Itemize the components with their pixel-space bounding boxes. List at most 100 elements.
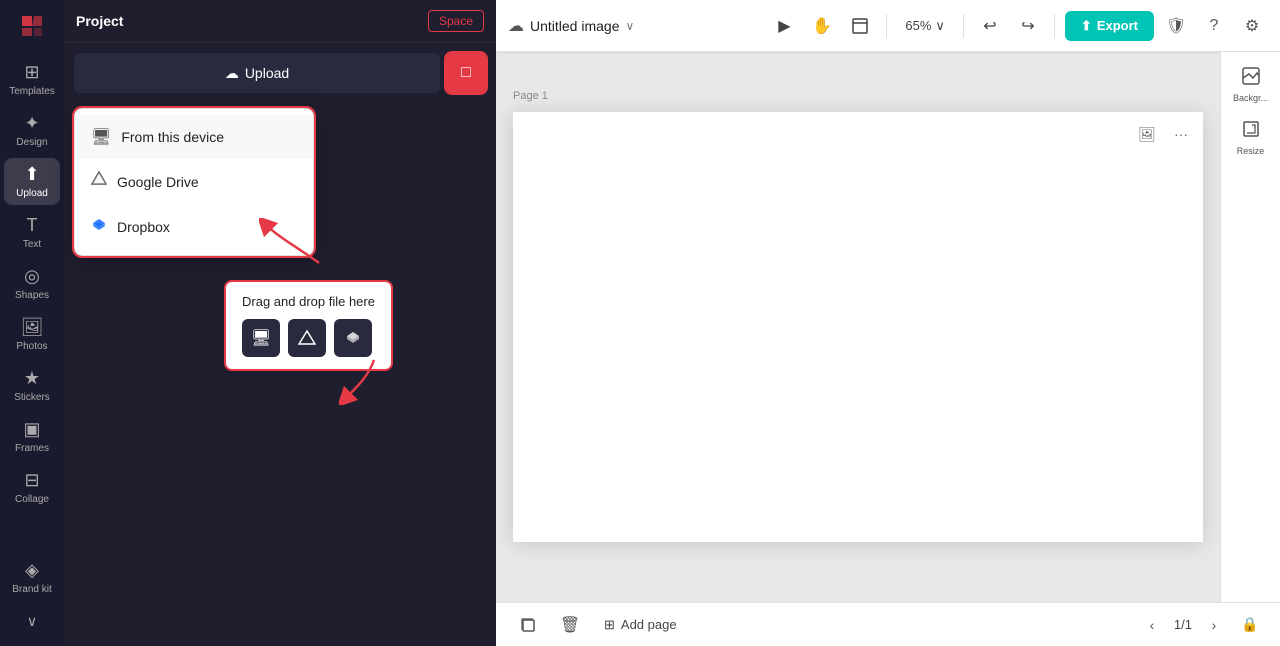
file-info: ☁ Untitled image ∨ bbox=[508, 16, 634, 36]
zoom-chevron-icon: ∨ bbox=[935, 18, 945, 34]
canvas-main: Page 1 🖼 ··· Backgr... bbox=[496, 52, 1280, 602]
title-chevron-icon: ∨ bbox=[626, 19, 635, 33]
upload-button-label: Upload bbox=[245, 65, 289, 81]
add-page-button[interactable]: ⊞ Add page bbox=[596, 613, 685, 637]
upload-panel: Project Space ☁ Upload □ 🖥 From this dev… bbox=[64, 0, 496, 646]
document-title: Untitled image bbox=[530, 18, 620, 34]
prev-page-button[interactable]: ‹ bbox=[1138, 611, 1166, 639]
layout-tool-button[interactable] bbox=[844, 10, 876, 42]
copy-page-button[interactable] bbox=[512, 609, 544, 641]
drag-drop-label: Drag and drop file here bbox=[242, 294, 375, 309]
sidebar-item-label: Brand kit bbox=[12, 584, 51, 595]
app-logo[interactable] bbox=[14, 8, 50, 44]
sidebar-item-label: Text bbox=[23, 239, 41, 250]
topbar: ☁ Untitled image ∨ ▶ ✋ 65% ∨ ↩ ↪ bbox=[496, 0, 1280, 52]
fullscreen-button[interactable]: 🔒 bbox=[1236, 611, 1264, 639]
dropbox-menu-icon bbox=[91, 216, 107, 237]
page-image-icon-button[interactable]: 🖼 bbox=[1133, 120, 1161, 148]
sidebar-item-templates[interactable]: ⊞ Templates bbox=[4, 56, 60, 103]
cloud-save-icon: ☁ bbox=[508, 16, 524, 36]
zoom-value: 65% bbox=[905, 18, 931, 33]
resize-icon bbox=[1241, 119, 1261, 144]
background-panel-item[interactable]: Backgr... bbox=[1225, 60, 1277, 109]
page-more-button[interactable]: ··· bbox=[1167, 120, 1195, 148]
shield-button[interactable]: 🛡 bbox=[1160, 10, 1192, 42]
dropbox-label: Dropbox bbox=[117, 219, 170, 235]
upload-cloud-icon: ☁ bbox=[225, 65, 239, 82]
google-drive-label: Google Drive bbox=[117, 174, 199, 190]
sidebar-item-label: Frames bbox=[15, 443, 49, 454]
toolbar-divider bbox=[886, 14, 887, 38]
design-icon: ✦ bbox=[24, 113, 39, 134]
sidebar-item-label: Templates bbox=[9, 86, 55, 97]
page-navigation: ‹ 1/1 › 🔒 bbox=[1138, 611, 1264, 639]
sidebar-item-brand[interactable]: ◈ Brand kit bbox=[4, 554, 60, 601]
sidebar-item-collage[interactable]: ⊟ Collage bbox=[4, 464, 60, 511]
help-button[interactable]: ? bbox=[1198, 10, 1230, 42]
toolbar-divider-2 bbox=[963, 14, 964, 38]
page-icons: 🖼 ··· bbox=[1133, 120, 1195, 148]
sidebar-item-upload[interactable]: ⬆ Upload bbox=[4, 158, 60, 205]
sidebar-collapse-button[interactable]: ∨ bbox=[19, 605, 45, 638]
drag-dropbox-button[interactable] bbox=[334, 319, 372, 357]
stickers-icon: ★ bbox=[24, 368, 40, 389]
sidebar-item-stickers[interactable]: ★ Stickers bbox=[4, 362, 60, 409]
mobile-icon: □ bbox=[461, 64, 471, 82]
space-button[interactable]: Space bbox=[428, 10, 484, 32]
google-drive-option[interactable]: Google Drive bbox=[75, 159, 313, 204]
delete-page-button[interactable]: 🗑 bbox=[554, 609, 586, 641]
export-label: Export bbox=[1097, 18, 1138, 33]
background-icon bbox=[1241, 66, 1261, 91]
resize-panel-item[interactable]: Resize bbox=[1225, 113, 1277, 162]
canvas-area: ☁ Untitled image ∨ ▶ ✋ 65% ∨ ↩ ↪ bbox=[496, 0, 1280, 646]
photos-icon: 🖼 bbox=[21, 317, 44, 338]
upload-button[interactable]: ☁ Upload bbox=[74, 53, 440, 93]
add-page-label: Add page bbox=[621, 617, 677, 632]
right-panel: Backgr... Resize bbox=[1220, 52, 1280, 602]
drag-drop-area: Drag and drop file here 🖥 bbox=[224, 280, 393, 371]
settings-button[interactable]: ⚙ bbox=[1236, 10, 1268, 42]
zoom-control[interactable]: 65% ∨ bbox=[897, 14, 953, 38]
undo-button[interactable]: ↩ bbox=[974, 10, 1006, 42]
upload-mobile-button[interactable]: □ bbox=[446, 53, 486, 93]
next-page-button[interactable]: › bbox=[1200, 611, 1228, 639]
page-wrapper: Page 1 🖼 ··· bbox=[513, 112, 1203, 542]
frames-icon: ▣ bbox=[23, 419, 40, 440]
page-canvas[interactable]: 🖼 ··· bbox=[513, 112, 1203, 542]
collage-icon: ⊟ bbox=[24, 470, 39, 491]
sidebar-item-frames[interactable]: ▣ Frames bbox=[4, 413, 60, 460]
toolbar-divider-3 bbox=[1054, 14, 1055, 38]
sidebar-item-label: Shapes bbox=[15, 290, 49, 301]
sidebar-item-shapes[interactable]: ◎ Shapes bbox=[4, 260, 60, 307]
sidebar-item-design[interactable]: ✦ Design bbox=[4, 107, 60, 154]
canvas-content[interactable]: Page 1 🖼 ··· bbox=[496, 52, 1220, 602]
from-device-label: From this device bbox=[121, 129, 224, 145]
drag-drop-icon-row: 🖥 bbox=[242, 319, 375, 357]
add-page-icon: ⊞ bbox=[604, 617, 615, 633]
toolbar: ▶ ✋ 65% ∨ ↩ ↪ ⬆ Export 🛡 ? ⚙ bbox=[768, 10, 1268, 42]
upload-icon: ⬆ bbox=[24, 164, 39, 185]
upload-dropdown-menu: 🖥 From this device Google Drive bbox=[74, 108, 314, 256]
drag-device-button[interactable]: 🖥 bbox=[242, 319, 280, 357]
hand-tool-button[interactable]: ✋ bbox=[806, 10, 838, 42]
bottombar: 🗑 ⊞ Add page ‹ 1/1 › 🔒 bbox=[496, 602, 1280, 646]
gdrive-menu-icon bbox=[91, 171, 107, 192]
sidebar: ⊞ Templates ✦ Design ⬆ Upload T Text ◎ S… bbox=[0, 0, 64, 646]
sidebar-item-label: Design bbox=[16, 137, 47, 148]
sidebar-item-label: Stickers bbox=[14, 392, 50, 403]
panel-header: Project Space bbox=[64, 0, 496, 43]
export-button[interactable]: ⬆ Export bbox=[1065, 11, 1154, 41]
from-device-option[interactable]: 🖥 From this device bbox=[75, 115, 313, 159]
redo-button[interactable]: ↪ bbox=[1012, 10, 1044, 42]
sidebar-item-photos[interactable]: 🖼 Photos bbox=[4, 311, 60, 358]
drag-gdrive-button[interactable] bbox=[288, 319, 326, 357]
page-display: 1/1 bbox=[1174, 617, 1192, 632]
sidebar-item-text[interactable]: T Text bbox=[4, 209, 60, 256]
brand-icon: ◈ bbox=[25, 560, 39, 581]
sidebar-item-label: Upload bbox=[16, 188, 48, 199]
shapes-icon: ◎ bbox=[24, 266, 40, 287]
sidebar-item-label: Photos bbox=[16, 341, 47, 352]
dropbox-option[interactable]: Dropbox bbox=[75, 204, 313, 249]
templates-icon: ⊞ bbox=[24, 62, 39, 83]
pointer-tool-button[interactable]: ▶ bbox=[768, 10, 800, 42]
